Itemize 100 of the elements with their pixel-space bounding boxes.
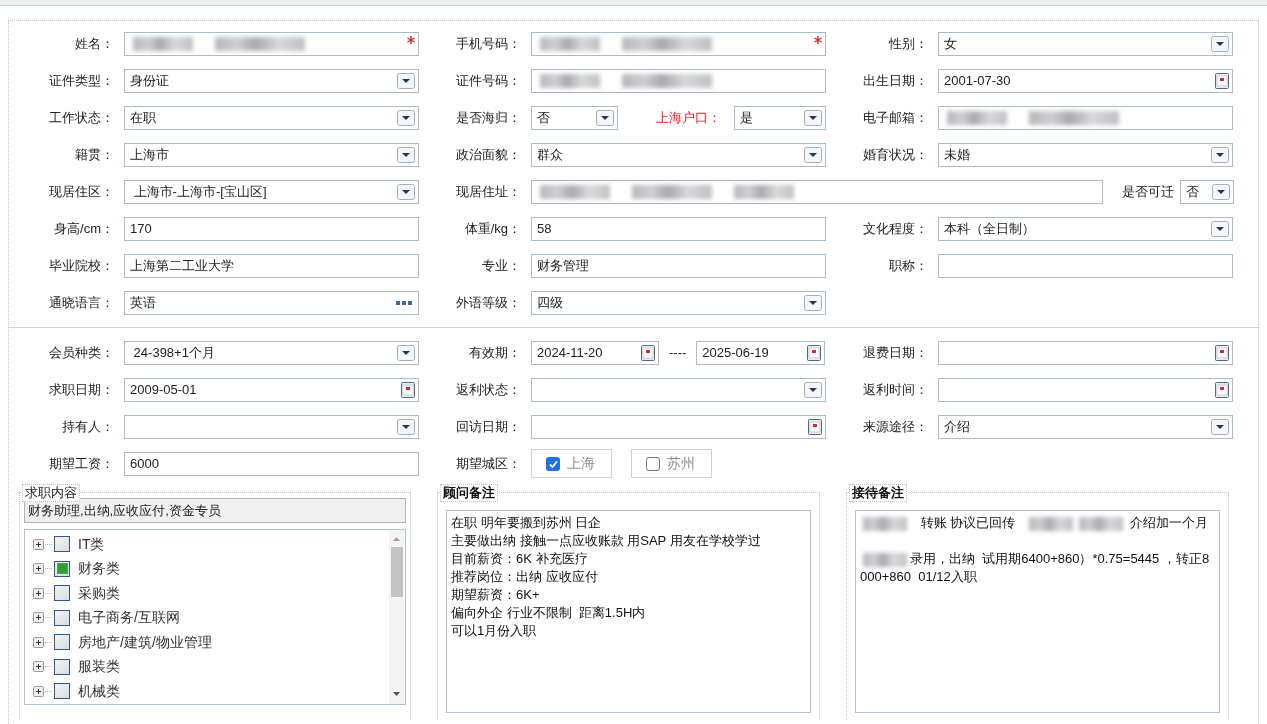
date-field[interactable]: 2009-05-01 xyxy=(124,377,419,402)
calendar-icon[interactable] xyxy=(808,418,822,435)
date-field[interactable] xyxy=(938,377,1233,402)
dropdown-field[interactable]: 24-398+1个月 xyxy=(124,340,419,365)
panel-title: 求职内容 xyxy=(22,484,80,502)
tree-checkbox[interactable] xyxy=(54,634,70,651)
checkbox[interactable] xyxy=(546,456,560,471)
field-value: 财务管理 xyxy=(537,256,590,275)
expand-icon[interactable] xyxy=(33,661,52,673)
calendar-icon[interactable] xyxy=(807,344,822,361)
dropdown-field[interactable]: 上海市-上海市-[宝山区] xyxy=(124,179,419,204)
date-field[interactable]: 2001-07-30 xyxy=(938,68,1233,93)
summary-field[interactable]: 财务助理,出纳,应收应付,资金专员 xyxy=(24,498,406,523)
text-field[interactable] xyxy=(938,253,1233,278)
tree-checkbox[interactable] xyxy=(54,658,70,675)
field-value: 否 xyxy=(1186,182,1200,201)
field-value: 群众 xyxy=(537,145,564,164)
lookup-field[interactable]: 英语 xyxy=(124,290,419,315)
tree-checkbox[interactable] xyxy=(54,536,70,553)
scrollbar[interactable] xyxy=(389,530,404,704)
note-line: 偏向外企 行业不限制 距离1.5H内 xyxy=(451,604,647,622)
expand-icon[interactable] xyxy=(33,612,52,624)
category-tree[interactable]: IT类 财务类 采购类 电子商务/互联网 房地产/建筑/物业管理 服装类 机械类 xyxy=(24,529,406,705)
field-value: 本科（全日制） xyxy=(944,219,1036,238)
expand-icon[interactable] xyxy=(33,563,52,575)
tree-item-label[interactable]: 财务类 xyxy=(78,558,120,580)
expand-icon[interactable] xyxy=(33,636,52,648)
field-value: 2024-11-20 xyxy=(537,343,604,362)
date-field[interactable]: 2024-11-20 xyxy=(531,340,659,365)
dropdown-field[interactable]: 在职 xyxy=(124,105,419,130)
dropdown-field[interactable]: 群众 xyxy=(531,142,826,167)
tree-item-label[interactable]: 机械类 xyxy=(78,680,120,702)
date-field[interactable] xyxy=(938,340,1233,365)
tree-item-label[interactable]: 电子商务/互联网 xyxy=(78,607,180,629)
field-label: 持有人： xyxy=(62,417,114,436)
dropdown-field[interactable]: 女 xyxy=(938,31,1233,56)
field-value: 在职 xyxy=(130,108,157,127)
dropdown-field[interactable] xyxy=(531,377,826,402)
dropdown-field[interactable]: 身份证 xyxy=(124,68,419,93)
text-field[interactable] xyxy=(938,105,1233,130)
date-field[interactable]: 2025-06-19 xyxy=(696,340,826,365)
tree-item-label[interactable]: IT类 xyxy=(78,533,105,555)
tree-checkbox[interactable] xyxy=(54,585,70,602)
tree-item-label[interactable]: 采购类 xyxy=(78,582,120,604)
field-label: 返利状态： xyxy=(456,380,521,399)
field-value: 女 xyxy=(944,34,958,53)
text-field[interactable] xyxy=(531,179,1103,204)
panel-title: 顾问备注 xyxy=(440,484,498,502)
calendar-icon[interactable] xyxy=(641,344,655,361)
field-label: 身高/cm： xyxy=(54,219,114,238)
calendar-icon[interactable] xyxy=(401,381,415,398)
tree-item-label[interactable]: 房地产/建筑/物业管理 xyxy=(78,631,212,653)
tree-checkbox[interactable] xyxy=(54,609,70,626)
note-line: 期望薪资：6K+ xyxy=(451,586,541,604)
calendar-icon[interactable] xyxy=(1215,72,1229,89)
field-label: 期望城区： xyxy=(456,454,521,473)
field-value: 上海第二工业大学 xyxy=(130,256,235,275)
dropdown-field[interactable]: 上海市 xyxy=(124,142,419,167)
field-value: 170 xyxy=(130,219,153,238)
text-field[interactable]: 58 xyxy=(531,216,826,241)
field-label: 性别： xyxy=(889,34,928,53)
dropdown-field[interactable]: 介绍 xyxy=(938,414,1233,439)
city-checkbox[interactable]: 上海 xyxy=(531,449,612,478)
text-field[interactable] xyxy=(531,68,826,93)
field-label: 政治面貌： xyxy=(456,145,521,164)
notes-field[interactable]: 转账 协议已回传 介绍加一个月 录用，出纳 试用期6400+860）*0.75=5445 ，转正8000+860 01/12入职 xyxy=(855,510,1220,713)
dropdown-field[interactable]: 是 xyxy=(734,105,826,130)
expand-icon[interactable] xyxy=(33,685,52,697)
checkbox[interactable] xyxy=(646,456,660,471)
field-value: 否 xyxy=(537,108,551,127)
field-label: 上海户口： xyxy=(656,108,721,127)
dropdown-field[interactable]: 本科（全日制） xyxy=(938,216,1233,241)
tree-item-label[interactable]: 服装类 xyxy=(78,656,120,678)
dropdown-field[interactable]: 否 xyxy=(531,105,618,130)
calendar-icon[interactable] xyxy=(1215,381,1229,398)
text-field[interactable]: 6000 xyxy=(124,451,419,476)
tree-checkbox[interactable] xyxy=(54,560,70,577)
text-field[interactable] xyxy=(531,31,826,56)
dropdown-field[interactable]: 四级 xyxy=(531,290,826,315)
expand-icon[interactable] xyxy=(33,538,52,550)
field-label: 出生日期： xyxy=(863,71,928,90)
calendar-icon[interactable] xyxy=(1215,344,1229,361)
text-field[interactable]: 170 xyxy=(124,216,419,241)
field-label: 婚育状况： xyxy=(863,145,928,164)
more-options-icon[interactable] xyxy=(396,300,412,305)
field-label: 求职日期： xyxy=(49,380,114,399)
notes-field[interactable]: 在职 明年要搬到苏州 日企 主要做出纳 接触一点应收账款 用SAP 用友在学校学过 目前薪资：6K 补充医疗 推荐岗位：出纳 应收应付 期望薪资：6K+ 偏向外企 行业不限制 距离1.5H内 可以1月份入职 xyxy=(446,510,811,713)
date-field[interactable] xyxy=(531,414,826,439)
field-label: 有效期： xyxy=(469,343,521,362)
text-field[interactable]: 上海第二工业大学 xyxy=(124,253,419,278)
field-label: 期望工资： xyxy=(49,454,114,473)
dropdown-field[interactable]: 未婚 xyxy=(938,142,1233,167)
note-line: 可以1月份入职 xyxy=(451,622,538,640)
text-field[interactable]: 财务管理 xyxy=(531,253,826,278)
dropdown-field[interactable]: 否 xyxy=(1180,179,1234,204)
tree-checkbox[interactable] xyxy=(54,683,70,700)
dropdown-field[interactable] xyxy=(124,414,419,439)
text-field[interactable] xyxy=(124,31,419,56)
expand-icon[interactable] xyxy=(33,587,52,599)
field-value: 未婚 xyxy=(944,145,971,164)
